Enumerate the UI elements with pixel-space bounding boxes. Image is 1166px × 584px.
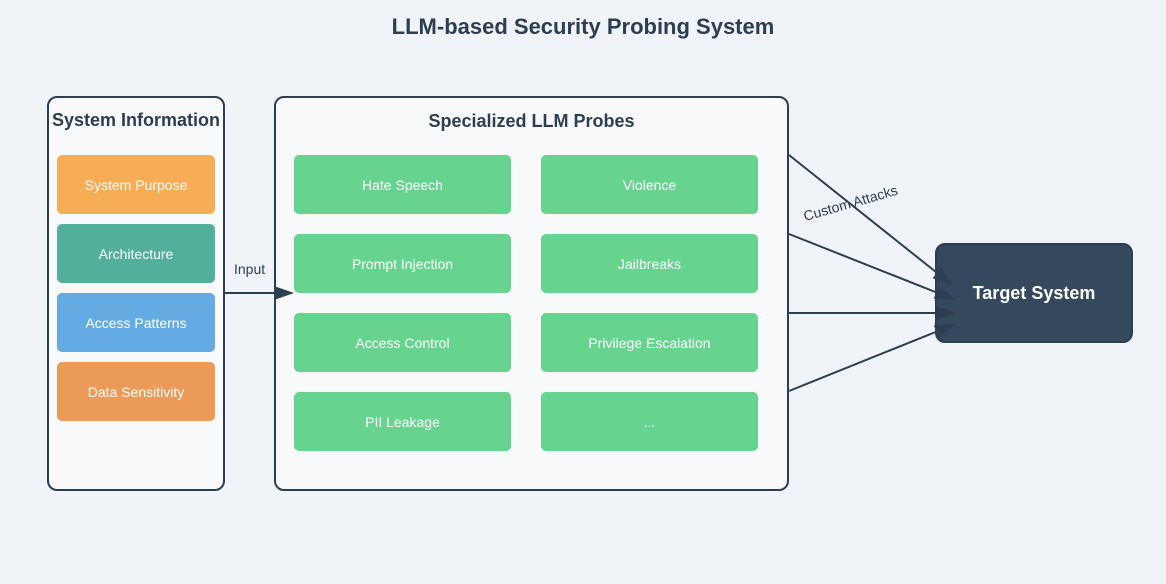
probe-prompt-injection[interactable]: Prompt Injection	[294, 234, 511, 293]
probe-more[interactable]: ...	[541, 392, 758, 451]
target-system-node[interactable]: Target System	[935, 243, 1133, 343]
info-label: System Purpose	[84, 176, 188, 193]
info-label: Access Patterns	[85, 314, 187, 331]
probe-jailbreaks[interactable]: Jailbreaks	[541, 234, 758, 293]
diagram-title: LLM-based Security Probing System	[391, 14, 775, 39]
info-label: Data Sensitivity	[87, 383, 185, 400]
target-system-label: Target System	[972, 282, 1096, 303]
probe-label: PII Leakage	[365, 413, 440, 430]
attack-arrow-4	[788, 324, 955, 392]
probe-label: Hate Speech	[362, 176, 443, 193]
input-edge-label: Input	[234, 261, 266, 277]
probe-label: Prompt Injection	[351, 255, 454, 272]
probe-label: ...	[643, 413, 656, 430]
attack-arrow-2	[788, 233, 955, 300]
probe-label: Jailbreaks	[617, 255, 682, 272]
info-system-purpose[interactable]: System Purpose	[57, 155, 215, 214]
probe-hate-speech[interactable]: Hate Speech	[294, 155, 511, 214]
probe-label: Violence	[622, 176, 677, 193]
probe-privilege-escalation[interactable]: Privilege Escalation	[541, 313, 758, 372]
probe-access-control[interactable]: Access Control	[294, 313, 511, 372]
info-architecture[interactable]: Architecture	[57, 224, 215, 283]
info-label: Architecture	[98, 245, 174, 262]
probes-heading: Specialized LLM Probes	[428, 111, 635, 131]
diagram-canvas: LLM-based Security Probing System System…	[0, 0, 1166, 584]
probe-violence[interactable]: Violence	[541, 155, 758, 214]
system-information-heading: System Information	[51, 110, 221, 130]
probe-pii-leakage[interactable]: PII Leakage	[294, 392, 511, 451]
info-data-sensitivity[interactable]: Data Sensitivity	[57, 362, 215, 421]
info-access-patterns[interactable]: Access Patterns	[57, 293, 215, 352]
custom-attacks-edge-label: Custom Attacks	[801, 181, 900, 224]
probe-label: Access Control	[355, 334, 450, 351]
probe-label: Privilege Escalation	[588, 334, 711, 351]
